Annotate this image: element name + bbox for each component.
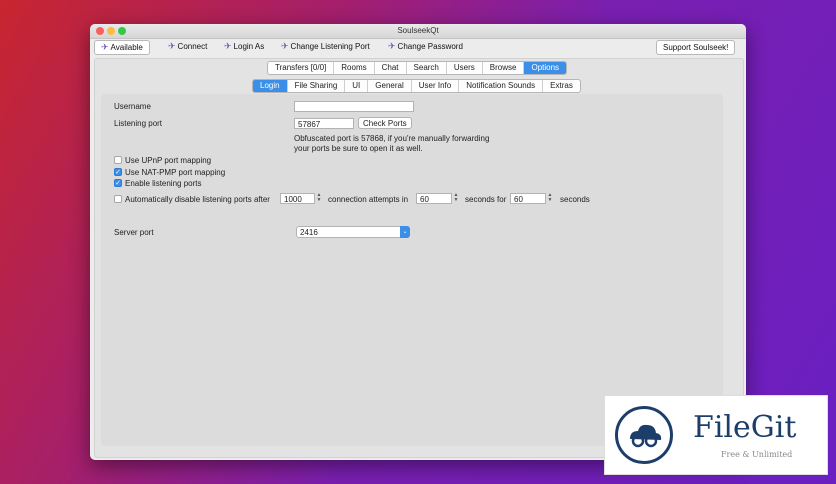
bird-icon: ✈ [388, 41, 396, 51]
watermark-tagline: Free & Unlimited [721, 450, 793, 459]
upnp-checkbox[interactable] [114, 156, 122, 164]
main-tabs: Transfers [0/0] Rooms Chat Search Users … [267, 61, 568, 75]
tab-login[interactable]: Login [253, 80, 288, 92]
auto-disable-checkbox[interactable] [114, 195, 122, 203]
toolbar: ✈ Available ✈ Connect ✈ Login As ✈ Change Li… [90, 39, 746, 55]
upnp-label: Use UPnP port mapping [125, 156, 212, 165]
connect-button[interactable]: ✈ Connect [168, 40, 207, 53]
login-as-button[interactable]: ✈ Login As [224, 40, 264, 53]
connection-attempts-label: connection attempts in [328, 195, 409, 204]
disable-seconds-input[interactable]: 60 [510, 193, 546, 204]
tab-general[interactable]: General [368, 80, 412, 92]
seconds-for-label: seconds for [465, 195, 507, 204]
watermark-brand: FileGit [693, 410, 797, 445]
auto-disable-attempts-input[interactable]: 1000 [280, 193, 315, 204]
tab-options[interactable]: Options [524, 62, 567, 74]
disable-seconds-stepper[interactable]: ▲ ▼ [547, 193, 553, 204]
username-input[interactable] [294, 101, 414, 112]
support-soulseek-button[interactable]: Support Soulseek! [656, 40, 736, 55]
server-port-value: 2416 [300, 228, 318, 237]
enable-listening-ports-checkbox[interactable]: ✓ [114, 179, 122, 187]
attempts-seconds-input[interactable]: 60 [416, 193, 452, 204]
check-ports-button[interactable]: Check Ports [358, 117, 412, 129]
change-listening-port-button[interactable]: ✈ Change Listening Port [281, 40, 370, 53]
obfuscated-port-note-line2: your ports be sure to open it as well. [294, 144, 423, 153]
bird-icon: ✈ [224, 41, 232, 51]
username-label: Username [114, 102, 151, 111]
server-port-label: Server port [114, 228, 154, 237]
auto-disable-stepper[interactable]: ▲ ▼ [316, 193, 322, 204]
tab-browse[interactable]: Browse [483, 62, 525, 74]
listening-port-label: Listening port [114, 119, 163, 128]
tab-ui[interactable]: UI [345, 80, 369, 92]
server-port-select[interactable]: 2416 ⌄ [296, 226, 410, 238]
tab-rooms[interactable]: Rooms [334, 62, 375, 74]
tab-search[interactable]: Search [407, 62, 447, 74]
chevron-down-icon: ⌄ [400, 226, 410, 238]
tab-users[interactable]: Users [447, 62, 483, 74]
tab-transfers[interactable]: Transfers [0/0] [268, 62, 335, 74]
tab-chat[interactable]: Chat [375, 62, 407, 74]
obfuscated-port-note-line1: Obfuscated port is 57868, if you're manu… [294, 134, 490, 143]
tab-notification-sounds[interactable]: Notification Sounds [459, 80, 544, 92]
login-pane: Username Listening port 57867 Check Port… [101, 94, 723, 446]
bird-icon: ✈ [168, 41, 176, 51]
listening-port-input[interactable]: 57867 [294, 118, 354, 129]
tab-extras[interactable]: Extras [543, 80, 580, 92]
tab-file-sharing[interactable]: File Sharing [288, 80, 346, 92]
change-password-button[interactable]: ✈ Change Password [388, 40, 463, 53]
filegit-watermark: FileGit Free & Unlimited [604, 395, 828, 475]
tab-user-info[interactable]: User Info [412, 80, 460, 92]
bird-icon: ✈ [281, 41, 289, 51]
window-title: SoulseekQt [397, 26, 439, 35]
auto-disable-label: Automatically disable listening ports af… [125, 195, 270, 204]
bird-icon: ✈ [101, 42, 109, 52]
title-bar: SoulseekQt [90, 24, 746, 39]
natpmp-label: Use NAT-PMP port mapping [125, 168, 226, 177]
attempts-seconds-stepper[interactable]: ▲ ▼ [453, 193, 459, 204]
natpmp-checkbox[interactable]: ✓ [114, 168, 122, 176]
options-sub-tabs: Login File Sharing UI General User Info … [252, 79, 581, 93]
enable-listening-ports-label: Enable listening ports [125, 179, 202, 188]
available-button[interactable]: ✈ Available [94, 40, 150, 55]
cloud-glasses-icon [615, 406, 673, 464]
seconds-label: seconds [560, 195, 590, 204]
